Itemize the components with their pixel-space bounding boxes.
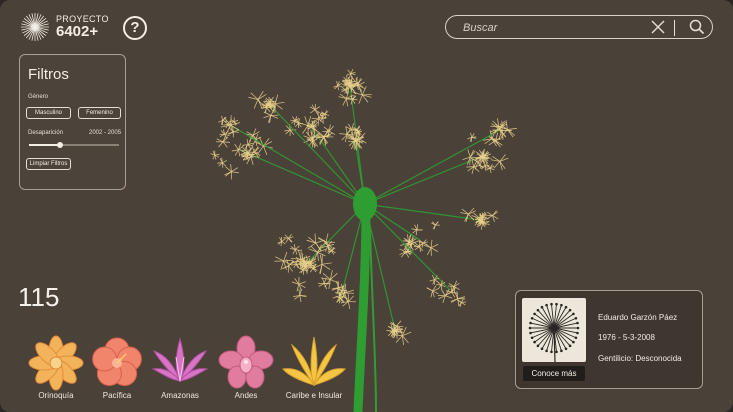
results-count: 115	[18, 282, 60, 312]
dandelion-stem	[353, 204, 371, 412]
region-andes[interactable]: Andes	[214, 335, 278, 400]
region-label: Pacífica	[102, 391, 132, 400]
profile-dates: 1976 - 5-3-2008	[598, 333, 655, 342]
region-label: Amazonas	[161, 391, 199, 400]
slider-fill	[29, 144, 60, 146]
genero-label: Género	[28, 94, 49, 100]
eight-petal-flower-icon	[28, 335, 84, 391]
clear-filters-button[interactable]: Limpiar Filtros	[26, 158, 71, 170]
desaparicion-range: 2002 - 2005	[89, 130, 122, 136]
search-divider	[674, 20, 675, 36]
region-orinoquia[interactable]: Orinoquía	[24, 335, 88, 400]
profile-name: Eduardo Garzón Páez	[598, 313, 678, 322]
region-pacifica[interactable]: Pacífica	[85, 335, 149, 400]
dandelion-head	[353, 187, 377, 221]
learn-more-button[interactable]: Conoce más	[523, 366, 585, 381]
visualization-stage: PROYECTO 6402+ ? Filtros Género Masculin…	[0, 0, 733, 412]
genero-femenino-button[interactable]: Femenino	[78, 107, 121, 119]
region-label: Caribe e Insular	[285, 391, 343, 400]
lily-icon	[152, 337, 208, 383]
filters-title: Filtros	[28, 66, 69, 83]
dandelion-logo-icon	[21, 13, 49, 41]
dandelion-portrait-icon	[522, 298, 586, 362]
brand-logo[interactable]: PROYECTO 6402+	[18, 11, 109, 43]
slider-handle[interactable]	[56, 142, 63, 148]
search-icon[interactable]	[689, 19, 705, 40]
orchid-icon	[218, 335, 274, 389]
filters-panel: Filtros Género Masculino Femenino Desapa…	[19, 54, 126, 190]
region-amazonas[interactable]: Amazonas	[148, 335, 212, 400]
genero-masculino-button[interactable]: Masculino	[26, 107, 71, 119]
region-label: Andes	[234, 391, 258, 400]
desaparicion-slider[interactable]	[29, 142, 119, 148]
search-bar	[445, 15, 713, 39]
profile-card: Conoce más Eduardo Garzón Páez 1976 - 5-…	[515, 290, 703, 389]
brand-bottom: 6402+	[56, 23, 99, 40]
profile-gentilicio: Gentilicio: Desconocida	[598, 354, 682, 363]
region-label: Orinoquía	[38, 391, 74, 400]
help-button[interactable]: ?	[123, 16, 147, 40]
desaparicion-label: Desaparición	[28, 130, 64, 136]
close-icon[interactable]	[651, 20, 665, 39]
heliconia-icon	[282, 336, 346, 387]
hibiscus-icon	[92, 337, 142, 386]
search-input[interactable]	[461, 19, 645, 37]
region-caribe[interactable]: Caribe e Insular	[282, 335, 346, 400]
